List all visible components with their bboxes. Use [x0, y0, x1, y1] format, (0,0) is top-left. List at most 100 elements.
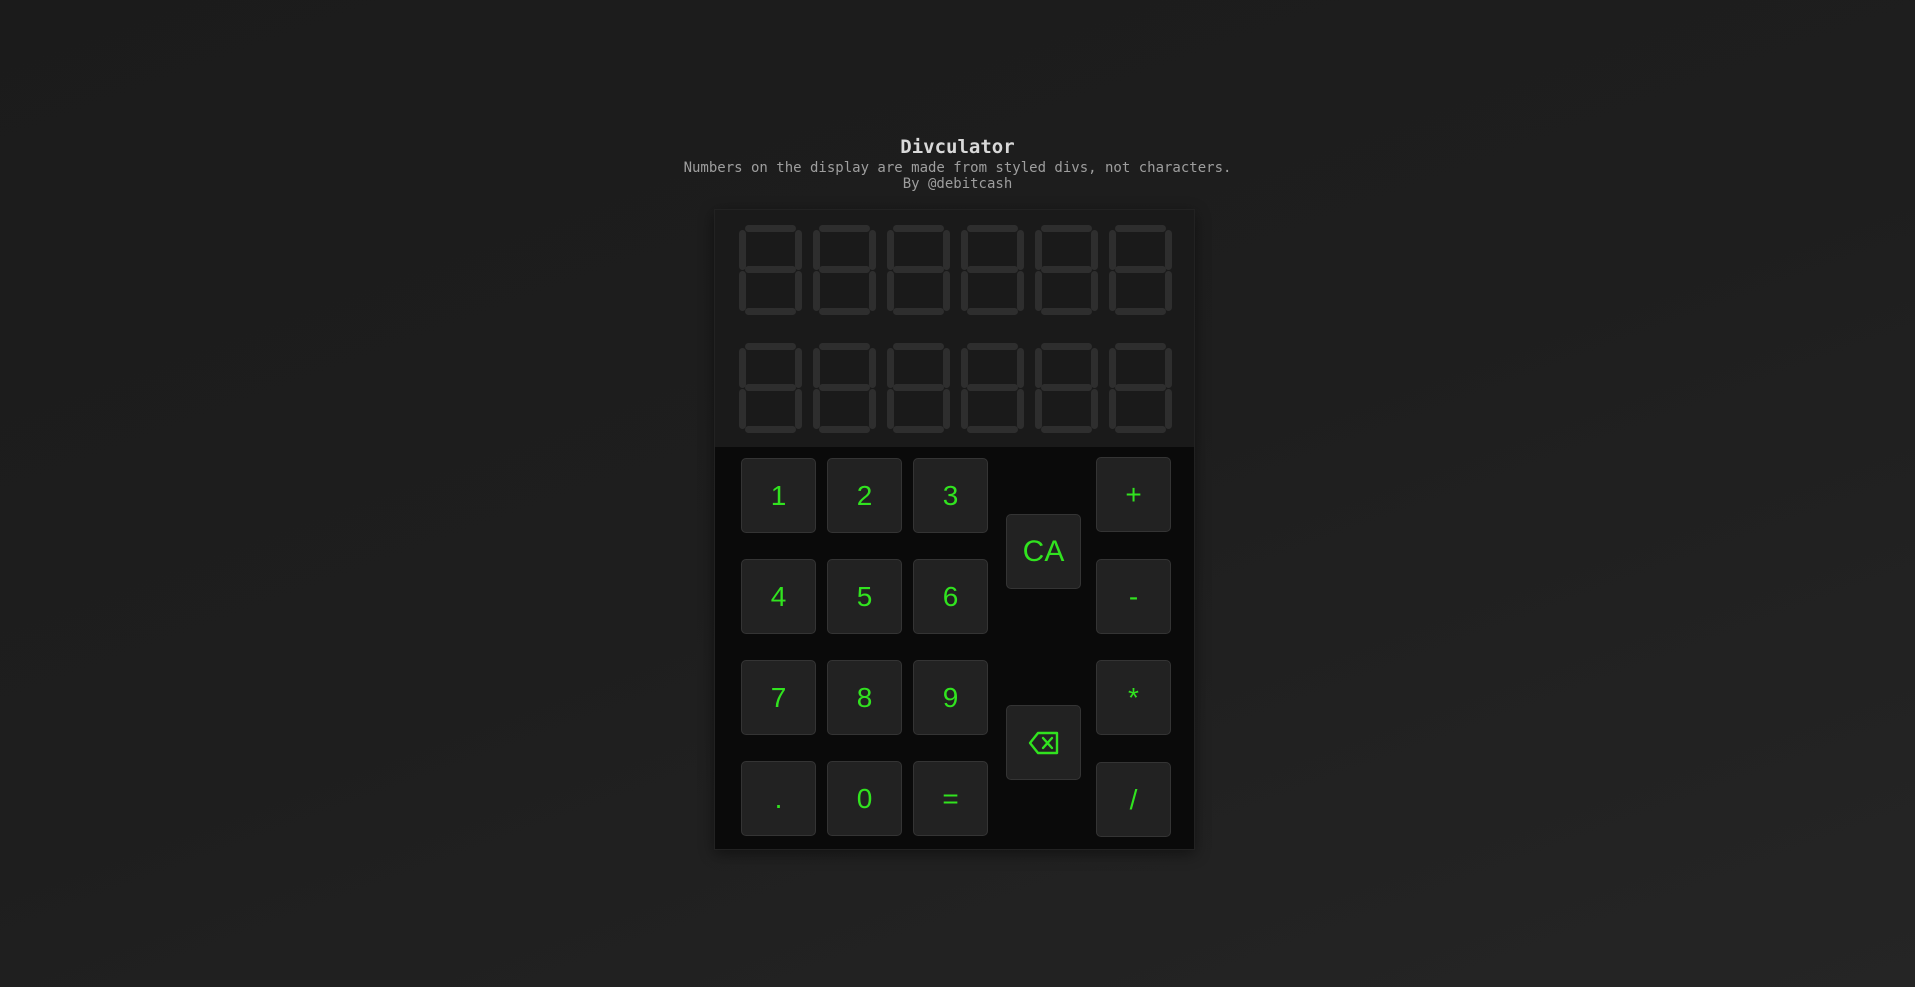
backspace-icon: [1028, 731, 1060, 755]
segment-a: [893, 343, 944, 350]
seven-segment-digit: [887, 225, 950, 315]
segment-g: [1115, 266, 1166, 273]
segment-a: [1115, 225, 1166, 232]
display: [715, 210, 1194, 447]
key-decimal[interactable]: .: [741, 761, 816, 836]
seven-segment-digit: [1109, 225, 1172, 315]
segment-d: [967, 308, 1018, 315]
seven-segment-digit: [739, 225, 802, 315]
segment-e: [887, 271, 894, 311]
seven-segment-digit: [1035, 343, 1098, 433]
header: Divculator Numbers on the display are ma…: [0, 134, 1915, 192]
segment-g: [893, 384, 944, 391]
segment-d: [745, 426, 796, 433]
key-equals[interactable]: =: [913, 761, 988, 836]
segment-c: [1091, 389, 1098, 429]
key-4[interactable]: 4: [741, 559, 816, 634]
segment-d: [893, 426, 944, 433]
segment-g: [819, 266, 870, 273]
segment-e: [739, 389, 746, 429]
segment-b: [869, 348, 876, 388]
segment-g: [745, 384, 796, 391]
segment-c: [943, 271, 950, 311]
segment-a: [819, 343, 870, 350]
key-6[interactable]: 6: [913, 559, 988, 634]
segment-f: [1035, 230, 1042, 270]
segment-g: [1041, 384, 1092, 391]
segment-b: [1091, 348, 1098, 388]
segment-c: [795, 389, 802, 429]
segment-f: [1109, 230, 1116, 270]
segment-g: [967, 384, 1018, 391]
segment-f: [887, 230, 894, 270]
key-multiply[interactable]: *: [1096, 660, 1171, 735]
segment-c: [795, 271, 802, 311]
segment-a: [819, 225, 870, 232]
segment-f: [961, 230, 968, 270]
key-0[interactable]: 0: [827, 761, 902, 836]
key-minus[interactable]: -: [1096, 559, 1171, 634]
segment-d: [967, 426, 1018, 433]
segment-e: [813, 271, 820, 311]
segment-f: [739, 230, 746, 270]
segment-f: [813, 348, 820, 388]
segment-c: [1017, 389, 1024, 429]
segment-g: [1115, 384, 1166, 391]
segment-c: [1165, 271, 1172, 311]
segment-f: [813, 230, 820, 270]
segment-e: [739, 271, 746, 311]
segment-d: [1115, 426, 1166, 433]
segment-d: [1041, 426, 1092, 433]
segment-d: [819, 426, 870, 433]
segment-e: [1035, 271, 1042, 311]
key-1[interactable]: 1: [741, 458, 816, 533]
segment-c: [869, 389, 876, 429]
seven-segment-digit: [1109, 343, 1172, 433]
segment-f: [887, 348, 894, 388]
key-9[interactable]: 9: [913, 660, 988, 735]
segment-d: [745, 308, 796, 315]
key-3[interactable]: 3: [913, 458, 988, 533]
segment-e: [813, 389, 820, 429]
seven-segment-digit: [961, 225, 1024, 315]
segment-b: [1091, 230, 1098, 270]
segment-e: [1109, 389, 1116, 429]
segment-b: [1017, 230, 1024, 270]
segment-e: [961, 389, 968, 429]
segment-b: [795, 230, 802, 270]
segment-a: [1115, 343, 1166, 350]
segment-a: [967, 343, 1018, 350]
segment-b: [943, 230, 950, 270]
segment-b: [869, 230, 876, 270]
segment-f: [1035, 348, 1042, 388]
segment-b: [1165, 348, 1172, 388]
display-row-result: [739, 343, 1172, 433]
key-8[interactable]: 8: [827, 660, 902, 735]
app-subtitle: Numbers on the display are made from sty…: [683, 160, 1232, 176]
segment-f: [1109, 348, 1116, 388]
key-5[interactable]: 5: [827, 559, 902, 634]
segment-g: [893, 266, 944, 273]
key-divide[interactable]: /: [1096, 762, 1171, 837]
segment-c: [1017, 271, 1024, 311]
segment-e: [1109, 271, 1116, 311]
segment-d: [893, 308, 944, 315]
seven-segment-digit: [813, 225, 876, 315]
author-byline: By @debitcash: [902, 176, 1013, 192]
key-2[interactable]: 2: [827, 458, 902, 533]
segment-a: [745, 225, 796, 232]
seven-segment-digit: [813, 343, 876, 433]
segment-d: [1115, 308, 1166, 315]
display-row-input: [739, 225, 1172, 315]
clear-all-button[interactable]: CA: [1006, 514, 1081, 589]
segment-a: [1041, 225, 1092, 232]
segment-b: [1165, 230, 1172, 270]
segment-a: [1041, 343, 1092, 350]
key-plus[interactable]: +: [1096, 457, 1171, 532]
segment-g: [745, 266, 796, 273]
backspace-button[interactable]: [1006, 705, 1081, 780]
key-7[interactable]: 7: [741, 660, 816, 735]
segment-a: [893, 225, 944, 232]
segment-e: [961, 271, 968, 311]
segment-e: [887, 389, 894, 429]
